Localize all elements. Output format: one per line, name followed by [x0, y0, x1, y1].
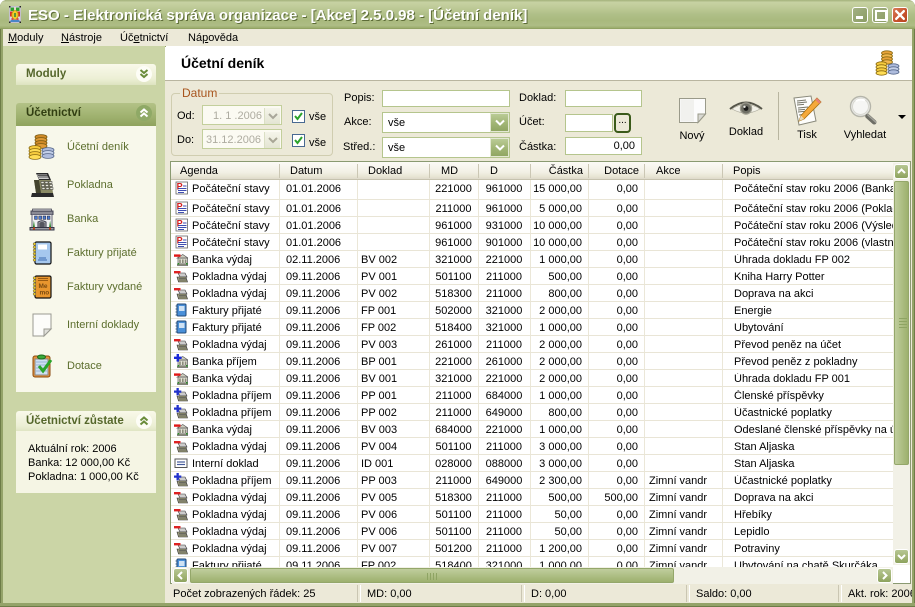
- svg-text:P: P: [177, 236, 183, 246]
- svg-text:P: P: [177, 202, 183, 212]
- svg-text:P: P: [177, 182, 183, 192]
- svg-text:mo: mo: [40, 290, 50, 297]
- svg-text:P: P: [177, 219, 183, 229]
